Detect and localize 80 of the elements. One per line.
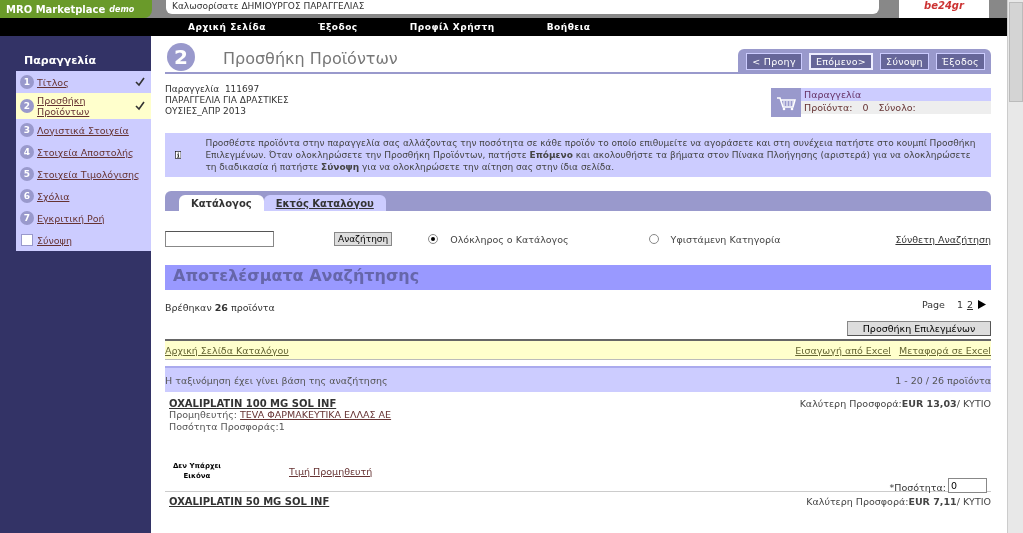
page-title: Προσθήκη Προϊόντων <box>222 49 399 70</box>
scroll-thumb[interactable] <box>1008 2 1023 102</box>
supplier-price-link[interactable]: Τιμή Προμηθευτή <box>289 465 373 477</box>
search-button[interactable]: Αναζήτηση <box>334 232 393 246</box>
radio-label: Ολόκληρος ο Κατάλογος <box>450 233 569 245</box>
nav-link[interactable]: Έξοδος <box>317 22 358 32</box>
step-link[interactable]: Λογιστικά Στοιχεία <box>37 124 145 136</box>
results-range: 1 - 20 / 26 προϊόντα <box>895 374 991 386</box>
products-label: Προϊόντα: <box>804 102 853 113</box>
nav-link[interactable]: Προφίλ Χρήστη <box>409 22 495 32</box>
step-link[interactable]: Προσθήκη Προϊόντων <box>37 95 132 117</box>
advanced-search-link[interactable]: Σύνθετη Αναζήτηση <box>895 233 991 245</box>
step-item[interactable]: 1 Τίτλος <box>16 71 151 93</box>
product-name-link[interactable]: OXALIPLATIN 100 MG SOL INF <box>169 398 392 409</box>
step-item[interactable]: 7 Εγκριτική Ροή <box>16 207 151 229</box>
square-icon <box>21 234 33 246</box>
logo-subtitle: demo <box>109 4 135 14</box>
offer-quantity: Ποσότητα Προσφοράς:1 <box>169 421 286 433</box>
add-selected-button[interactable]: Προσθήκη Επιλεγμένων <box>847 321 991 336</box>
step-item[interactable]: 6 Σχόλια <box>16 185 151 207</box>
step-number: 5 <box>20 167 34 181</box>
step-link[interactable]: Στοιχεία Τιμολόγισης <box>37 168 145 180</box>
cart-icon <box>776 94 796 111</box>
step-item[interactable]: 4 Στοιχεία Αποστολής <box>16 141 151 163</box>
catalog-home-link[interactable]: Αρχική Σελίδα Καταλόγου <box>165 344 289 356</box>
order-info: Παραγγελία 111697 <box>165 84 261 95</box>
radio-button[interactable] <box>428 234 439 244</box>
tab[interactable]: Εκτός Καταλόγου <box>263 195 386 211</box>
nav-button[interactable]: < Προηγ <box>746 53 802 70</box>
partner-logo: be24gr <box>899 0 989 18</box>
page-label: Page <box>921 299 945 310</box>
step-link[interactable]: Σύνοψη <box>37 234 145 246</box>
supplier-link[interactable]: TEVA ΦΑΡΜΑΚΕΥΤΙΚΑ ΕΛΛΑΣ ΑΕ <box>240 409 392 420</box>
tab[interactable]: Κατάλογος <box>179 195 264 211</box>
total-label: Σύνολο: <box>878 102 916 113</box>
radio-label: Υφιστάμενη Κατηγορία <box>670 233 781 245</box>
page-link[interactable]: 2 <box>966 299 973 310</box>
best-offer: Καλύτερη Προσφορά:EUR 13,03/ ΚΥΤΙΟ <box>799 398 991 409</box>
order-info: ΟΥΣΙΕΣ_ΑΠΡ 2013 <box>165 106 247 117</box>
step-number: 4 <box>20 145 34 159</box>
step-number: 2 <box>20 99 34 113</box>
scrollbar[interactable] <box>1007 0 1023 533</box>
step-item[interactable]: Σύνοψη <box>16 229 151 251</box>
page-link[interactable]: 1 <box>956 299 963 310</box>
nav-button[interactable]: Επόμενο> <box>808 53 874 70</box>
results-header: Αποτελέσματα Αναζήτησης <box>165 265 991 290</box>
nav-button[interactable]: Έξοδος <box>935 53 985 70</box>
products-count: 0 <box>862 102 869 113</box>
sort-note: Η ταξινόμηση έχει γίνει βάση της αναζήτησης <box>165 374 388 386</box>
order-info: ΠΑΡΑΓΓΕΛΙΑ ΓΙΑ ΔΡΑΣΤΙΚΕΣ <box>165 95 289 106</box>
import-link[interactable]: Εισαγωγή από Excel <box>795 344 891 356</box>
quantity-label: *Ποσότητα: <box>889 482 946 493</box>
nav-link[interactable]: Βοήθεια <box>546 22 591 32</box>
step-number: 3 <box>20 123 34 137</box>
step-link[interactable]: Στοιχεία Αποστολής <box>37 146 145 158</box>
next-page-icon <box>977 299 987 310</box>
step-item[interactable]: 5 Στοιχεία Τιμολόγισης <box>16 163 151 185</box>
quantity-field[interactable]: 0 <box>948 478 987 493</box>
nav-button[interactable]: Σύνοψη <box>880 53 929 70</box>
welcome-field: Καλωσορίσατε ΔΗΜΙΟΥΡΓΟΣ ΠΑΡΑΓΓΕΛΙΑΣ <box>166 0 879 14</box>
step-number: 7 <box>20 211 34 225</box>
nav-link[interactable]: Αρχική Σελίδα <box>188 22 266 32</box>
supplier-label: Προμηθευτής: <box>169 409 238 420</box>
step-number: 2 <box>167 43 195 71</box>
step-link[interactable]: Εγκριτική Ροή <box>37 212 145 224</box>
results-count: Βρέθηκαν 26 προϊόντα <box>165 302 275 313</box>
step-link[interactable]: Σχόλια <box>37 190 145 202</box>
step-item[interactable]: 3 Λογιστικά Στοιχεία <box>16 119 151 141</box>
export-link[interactable]: Μεταφορά σε Excel <box>898 344 991 356</box>
sidebar-title: Παραγγελία <box>16 52 151 71</box>
step-number: 1 <box>20 75 34 89</box>
search-field[interactable] <box>165 231 274 247</box>
logo-text: MRO Marketplace <box>6 3 106 15</box>
best-offer: Καλύτερη Προσφορά:EUR 7,11/ ΚΥΤΙΟ <box>806 496 991 507</box>
cart-title: Παραγγελία <box>801 88 991 101</box>
step-link[interactable]: Τίτλος <box>37 76 132 88</box>
info-text: Προσθέστε προϊόντα στην παραγγελία σας αλλάζοντας την ποσότητα σε κάθε προϊόν το οποίο επιθυμείτε να αγοράσετε και στη συνέχεια πατήστε στο κουμπί Προσθήκη Επιλεγμένων. Όταν ολοκληρώσετε την Προσθήκη Προϊόντων, πατήστε Επόμενο και ακολουθήστε τα βήματα στον Πίνακα Πλοήγησης (αριστερά) για να ολοκληρώσετε τη διαδικασία ή πατήστε Σύνοψη για να ολοκληρώσετε την αίτηση σας στην ίδια σελίδα. <box>205 137 977 173</box>
radio-button[interactable] <box>648 234 659 244</box>
product-name-link[interactable]: OXALIPLATIN 50 MG SOL INF <box>169 496 330 507</box>
step-number: 6 <box>20 189 34 203</box>
